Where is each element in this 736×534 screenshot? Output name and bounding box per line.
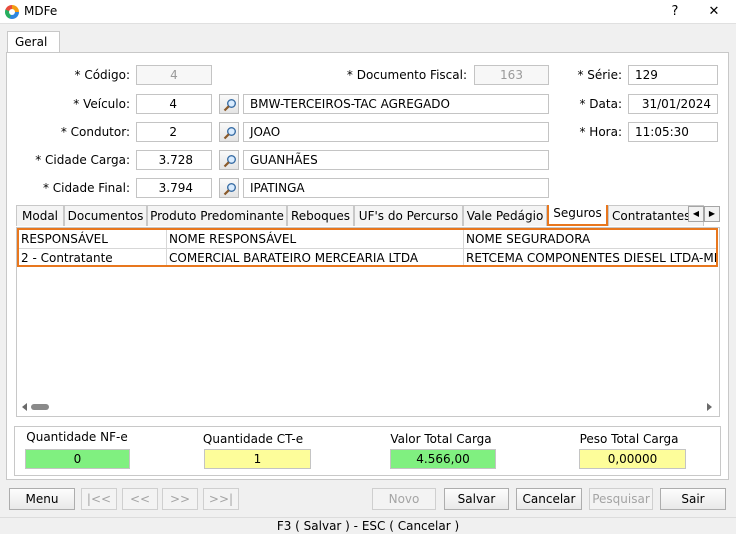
tab-vale-pedagio[interactable]: Vale Pedágio (463, 205, 547, 226)
tab-geral[interactable]: Geral (7, 31, 60, 53)
title-bar: MDFe ? ✕ (0, 0, 736, 24)
veiculo-search-button[interactable] (219, 94, 239, 114)
pesquisar-button[interactable]: Pesquisar (589, 488, 653, 510)
scrollbar-thumb[interactable] (31, 404, 49, 410)
highlight-box (17, 228, 718, 267)
help-button[interactable]: ? (664, 2, 686, 22)
data-field[interactable]: 31/01/2024 (628, 94, 718, 114)
magnifier-icon (223, 99, 236, 112)
menu-button[interactable]: Menu (9, 488, 75, 510)
sair-button[interactable]: Sair (660, 488, 726, 510)
inner-tab-strip: Modal Documentos Produto Predominante Re… (16, 205, 704, 226)
tab-produto-predominante[interactable]: Produto Predominante (147, 205, 287, 226)
tab-reboques[interactable]: Reboques (287, 205, 354, 226)
last-record-button[interactable]: >>| (203, 488, 239, 510)
data-label: * Data: (579, 97, 622, 111)
cidade-final-label: * Cidade Final: (42, 181, 130, 195)
qtd-nfe-label: Quantidade NF-e (26, 430, 128, 444)
grid-horizontal-scrollbar[interactable] (17, 399, 719, 415)
cidade-final-code-field[interactable]: 3.794 (136, 178, 212, 198)
hora-label: * Hora: (579, 125, 622, 139)
peso-total-label: Peso Total Carga (579, 432, 679, 446)
veiculo-label: * Veículo: (73, 97, 130, 111)
tabs-scroll-left-icon[interactable]: ◀ (688, 206, 704, 222)
scroll-left-icon[interactable] (21, 403, 29, 411)
next-record-button[interactable]: >> (162, 488, 198, 510)
documento-fiscal-field: 163 (474, 65, 549, 85)
cidade-carga-desc-field[interactable]: GUANHÃES (243, 150, 549, 170)
magnifier-icon (223, 183, 236, 196)
tab-ufs-percurso[interactable]: UF's do Percurso (354, 205, 463, 226)
tab-modal[interactable]: Modal (16, 205, 64, 226)
documento-fiscal-label: * Documento Fiscal: (346, 68, 467, 82)
valor-total-value: 4.566,00 (390, 449, 496, 469)
veiculo-code-field[interactable]: 4 (136, 94, 212, 114)
hora-field[interactable]: 11:05:30 (628, 122, 718, 142)
salvar-button[interactable]: Salvar (444, 488, 509, 510)
qtd-nfe-value: 0 (25, 449, 130, 469)
qtd-cte-label: Quantidade CT-e (202, 432, 304, 446)
condutor-desc-field[interactable]: JOAO (243, 122, 549, 142)
codigo-label: * Código: (74, 68, 131, 82)
tabs-scroll-right-icon[interactable]: ▶ (704, 206, 720, 222)
first-record-button[interactable]: |<< (81, 488, 117, 510)
codigo-field: 4 (136, 65, 212, 85)
magnifier-icon (223, 127, 236, 140)
close-button[interactable]: ✕ (703, 2, 725, 22)
magnifier-icon (223, 155, 236, 168)
scroll-right-icon[interactable] (705, 403, 713, 411)
tab-seguros[interactable]: Seguros (547, 205, 608, 226)
previous-record-button[interactable]: << (122, 488, 158, 510)
window-title: MDFe (24, 4, 58, 18)
qtd-cte-value: 1 (204, 449, 311, 469)
tab-documentos[interactable]: Documentos (64, 205, 147, 226)
condutor-label: * Condutor: (60, 125, 130, 139)
cidade-carga-search-button[interactable] (219, 150, 239, 170)
valor-total-label: Valor Total Carga (390, 432, 492, 446)
veiculo-desc-field[interactable]: BMW-TERCEIROS-TAC AGREGADO (243, 94, 549, 114)
app-logo-icon (5, 5, 19, 19)
cidade-final-search-button[interactable] (219, 178, 239, 198)
novo-button[interactable]: Novo (372, 488, 436, 510)
cidade-carga-label: * Cidade Carga: (35, 153, 130, 167)
serie-field[interactable]: 129 (628, 65, 718, 85)
cidade-carga-code-field[interactable]: 3.728 (136, 150, 212, 170)
condutor-search-button[interactable] (219, 122, 239, 142)
status-bar: F3 ( Salvar ) - ESC ( Cancelar ) (0, 517, 736, 534)
serie-label: * Série: (577, 68, 622, 82)
cidade-final-desc-field[interactable]: IPATINGA (243, 178, 549, 198)
condutor-code-field[interactable]: 2 (136, 122, 212, 142)
cancelar-button[interactable]: Cancelar (516, 488, 582, 510)
peso-total-value: 0,00000 (579, 449, 686, 469)
